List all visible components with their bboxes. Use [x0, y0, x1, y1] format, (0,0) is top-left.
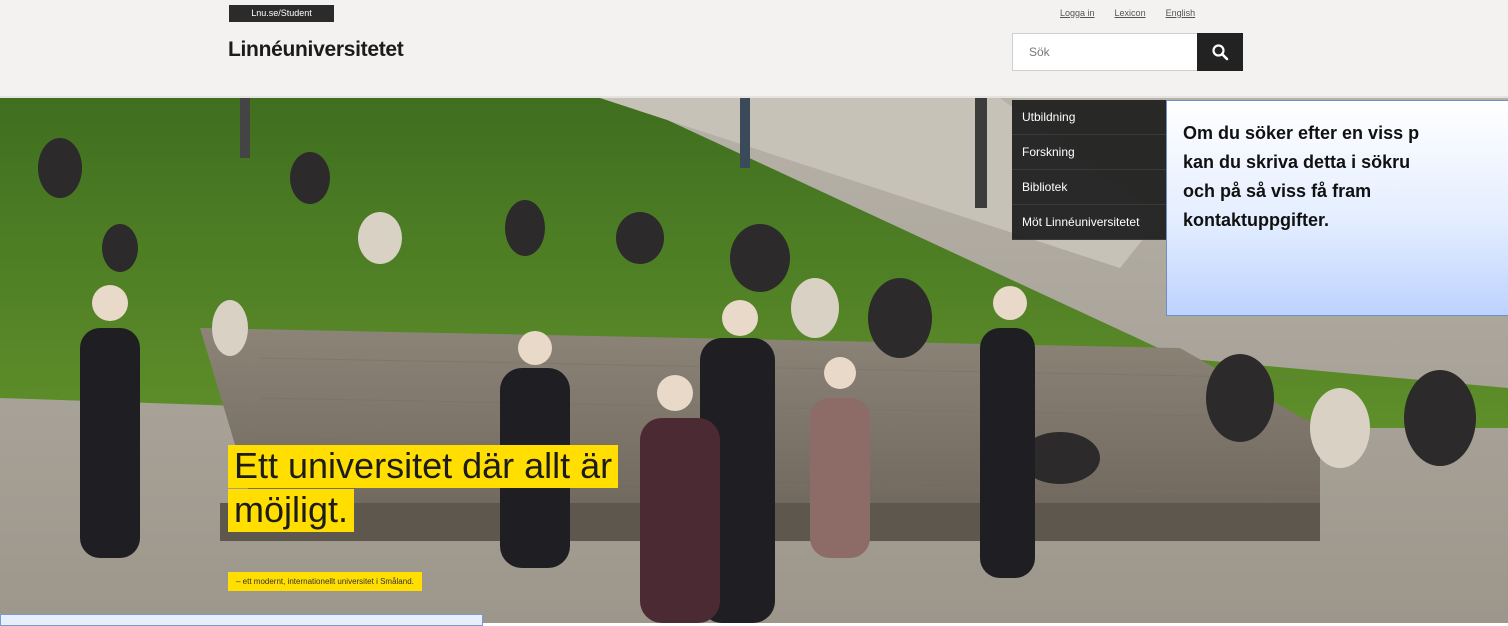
- english-link[interactable]: English: [1166, 8, 1196, 18]
- nav-item-bibliotek[interactable]: Bibliotek: [1012, 170, 1172, 205]
- student-tab-link[interactable]: Lnu.se/Student: [229, 5, 334, 22]
- site-logo[interactable]: Linnéuniversitetet: [228, 38, 404, 62]
- site-header: Lnu.se/Student Linnéuniversitetet Logga …: [0, 0, 1508, 98]
- nav-item-mot-linneuniversitetet[interactable]: Möt Linnéuniversitetet: [1012, 205, 1172, 240]
- magnifier-icon: [1212, 44, 1229, 61]
- nav-item-utbildning[interactable]: Utbildning: [1012, 100, 1172, 135]
- hero-tagline: – ett modernt, internationellt universit…: [228, 572, 422, 591]
- callout-line-2: kan du skriva detta i sökru: [1183, 152, 1411, 172]
- hero-headline: Ett universitet där allt är möjligt.: [228, 444, 619, 532]
- nav-item-forskning[interactable]: Forskning: [1012, 135, 1172, 170]
- annotation-callout: Om du söker efter en viss p kan du skriv…: [1166, 100, 1508, 316]
- search-button[interactable]: [1197, 33, 1243, 71]
- callout-line-1: Om du söker efter en viss p: [1183, 123, 1420, 143]
- bottom-annotation-box: [0, 614, 483, 626]
- lexicon-link[interactable]: Lexicon: [1115, 8, 1146, 18]
- search-input[interactable]: Sök: [1012, 33, 1198, 71]
- callout-line-3: och på så viss få fram: [1183, 181, 1372, 201]
- login-link[interactable]: Logga in: [1060, 8, 1095, 18]
- headline-line-2: möjligt.: [228, 489, 355, 532]
- main-nav-menu: Utbildning Forskning Bibliotek Möt Linné…: [1012, 100, 1172, 240]
- top-links: Logga in Lexicon English: [1060, 8, 1195, 18]
- headline-line-1: Ett universitet där allt är: [228, 445, 619, 488]
- callout-line-4: kontaktuppgifter.: [1183, 210, 1330, 230]
